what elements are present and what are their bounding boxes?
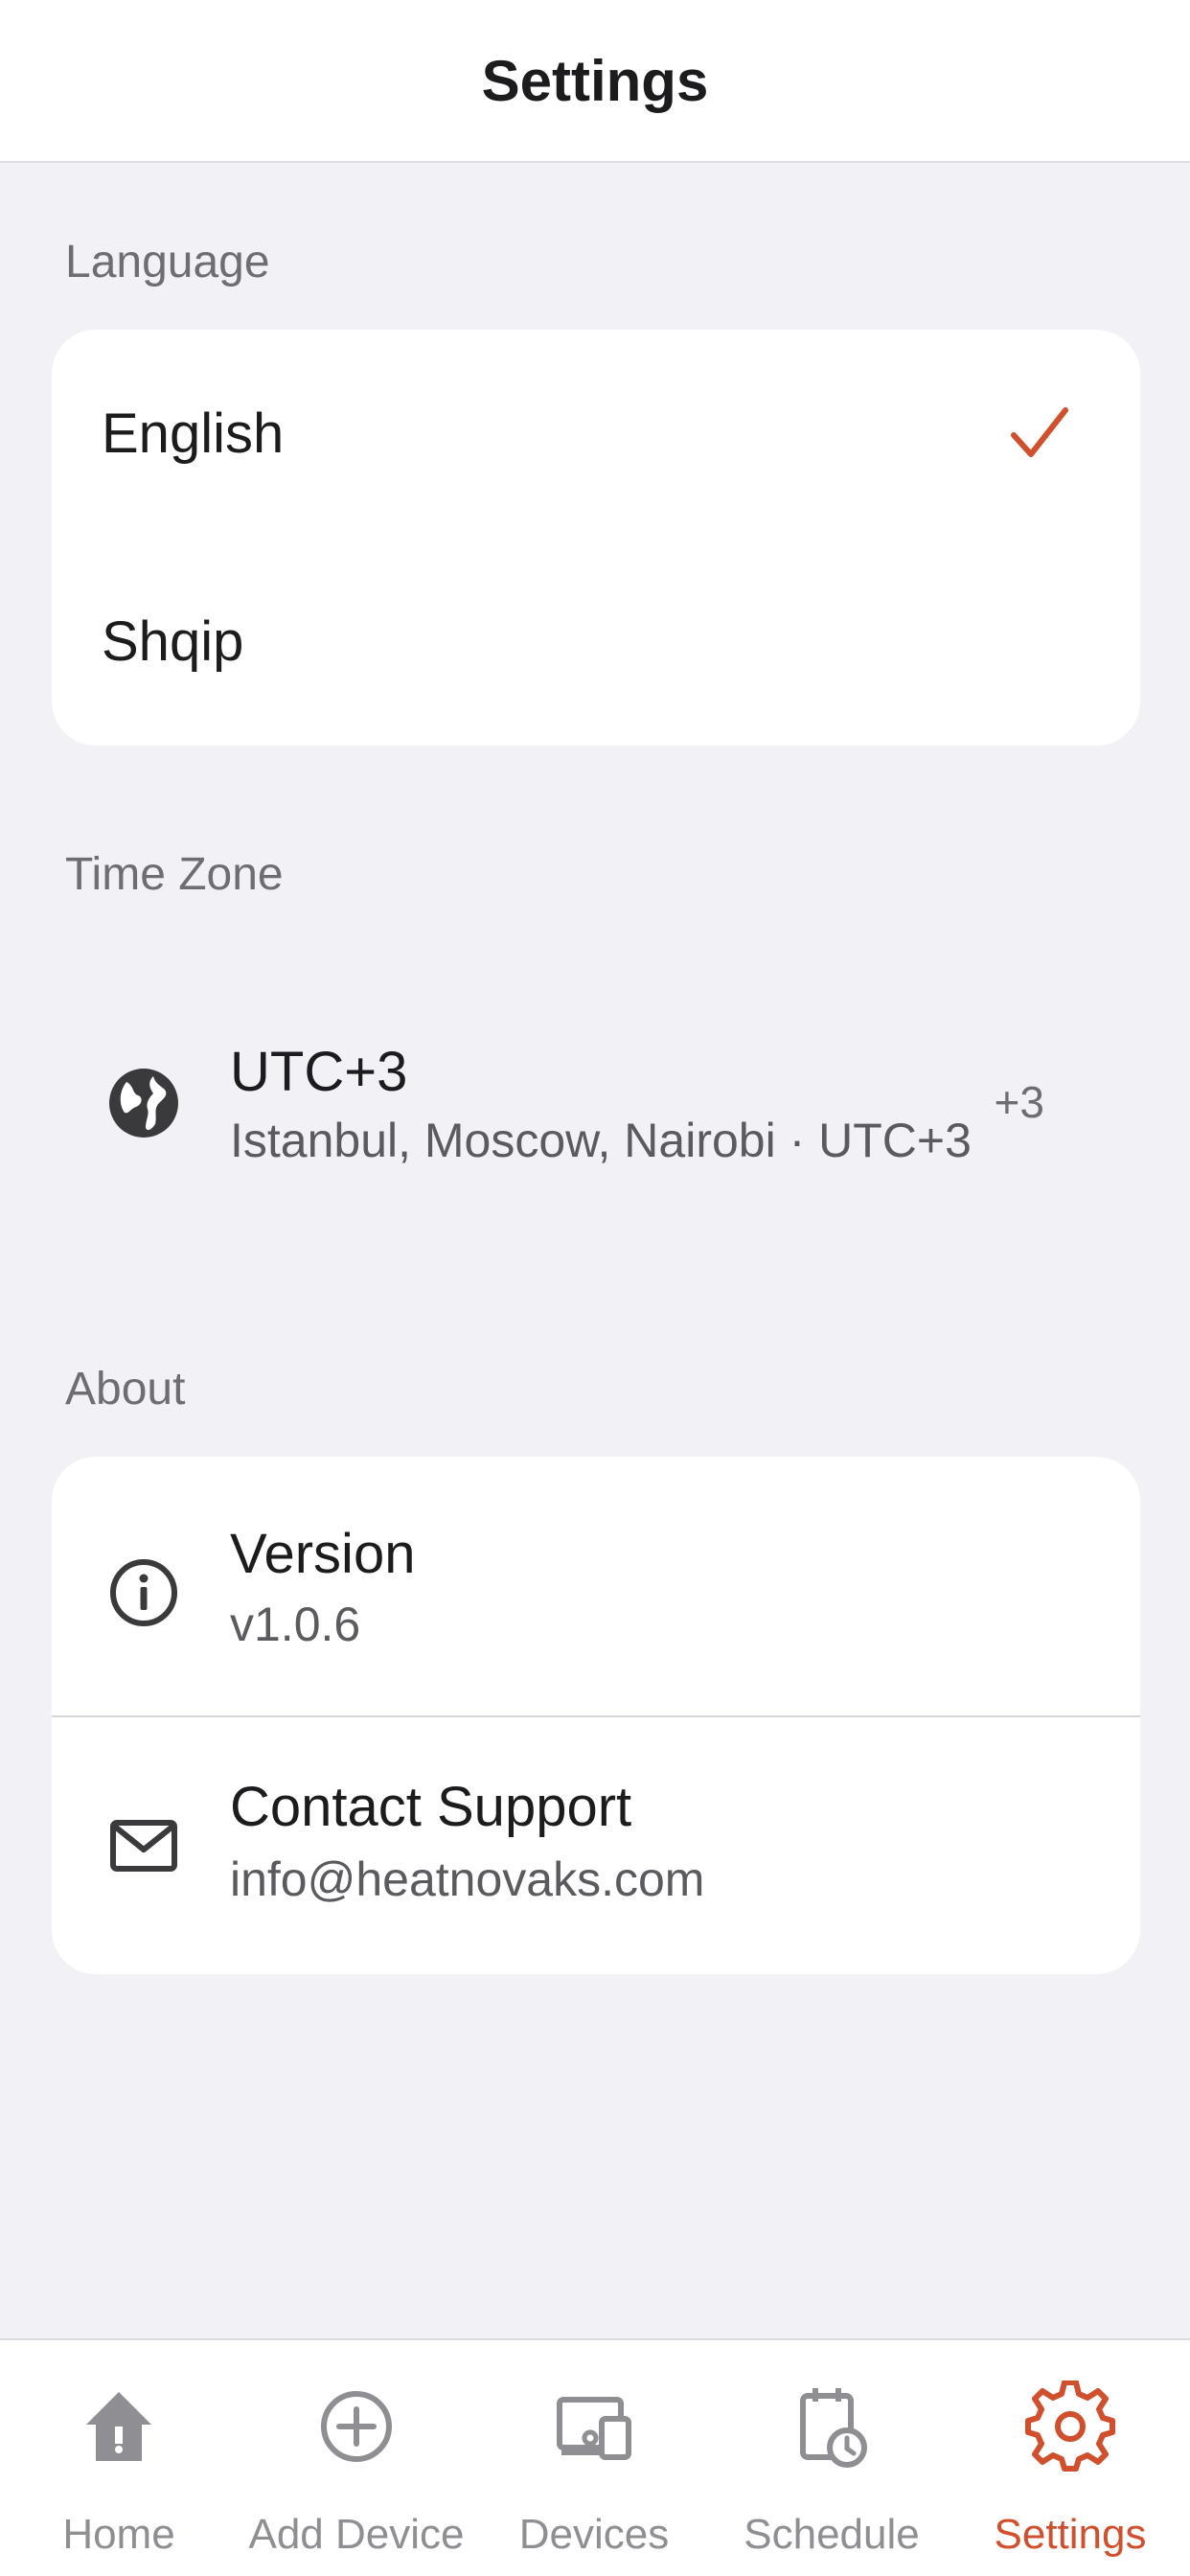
mail-icon	[105, 1807, 182, 1884]
tab-label: Devices	[518, 2511, 670, 2558]
timezone-row[interactable]: UTC+3 Istanbul, Moscow, Nairobi · UTC+3 …	[52, 1011, 1140, 1193]
version-value: v1.0.6	[230, 1598, 361, 1651]
info-icon	[105, 1554, 182, 1631]
language-option-shqip[interactable]: Shqip	[52, 538, 1140, 746]
version-row: Version v1.0.6	[52, 1457, 1140, 1715]
timezone-title: UTC+3	[230, 1041, 408, 1103]
plus-circle-icon	[310, 2380, 402, 2472]
schedule-icon	[786, 2380, 878, 2472]
tab-label: Schedule	[744, 2511, 920, 2558]
tab-label: Settings	[994, 2511, 1147, 2558]
language-option-english[interactable]: English	[52, 330, 1140, 538]
tab-devices[interactable]: Devices	[475, 2340, 713, 2576]
about-section-label: About	[65, 1364, 186, 1414]
tab-settings[interactable]: Settings	[950, 2340, 1190, 2576]
globe-icon	[105, 1065, 182, 1141]
tab-label: Add Device	[248, 2511, 465, 2558]
version-title: Version	[230, 1523, 416, 1585]
top-bar: Settings	[0, 0, 1190, 163]
language-card: English Shqip	[52, 330, 1140, 746]
gear-icon	[1024, 2380, 1116, 2472]
tab-add-device[interactable]: Add Device	[238, 2340, 475, 2576]
timezone-subtitle: Istanbul, Moscow, Nairobi · UTC+3	[230, 1114, 972, 1167]
devices-icon	[548, 2380, 640, 2472]
tab-schedule[interactable]: Schedule	[713, 2340, 950, 2576]
tab-label: Home	[62, 2511, 175, 2558]
page-title: Settings	[481, 48, 709, 113]
language-section-label: Language	[65, 237, 270, 288]
tab-bar: Home Add Device Devices Schedule Setting…	[0, 2338, 1190, 2576]
checkmark-icon	[1011, 406, 1068, 457]
contact-support-email[interactable]: info@heatnovaks.com	[230, 1852, 704, 1907]
language-option-label: English	[102, 402, 285, 465]
home-icon	[73, 2380, 165, 2472]
timezone-offset: +3	[994, 1077, 1044, 1127]
timezone-section-label: Time Zone	[65, 849, 284, 900]
contact-support-row[interactable]: Contact Support info@heatnovaks.com	[52, 1717, 1140, 1974]
tab-home[interactable]: Home	[0, 2340, 238, 2576]
contact-support-title: Contact Support	[230, 1776, 632, 1838]
language-option-label: Shqip	[102, 610, 244, 673]
about-card: Version v1.0.6 Contact Support info@heat…	[52, 1457, 1140, 1974]
